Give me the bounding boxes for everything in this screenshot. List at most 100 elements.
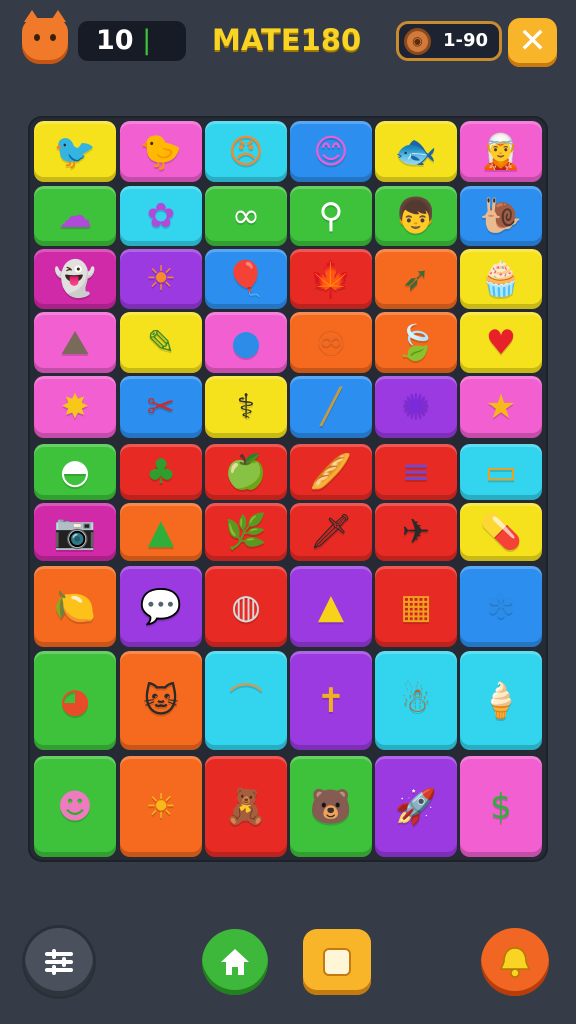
tile[interactable]: 😊 [290, 121, 372, 182]
tile[interactable]: ≡ [375, 444, 457, 500]
tile[interactable]: 💬 [120, 566, 202, 647]
tile[interactable]: 🗡 [290, 503, 372, 561]
gingerbread-icon: ☃ [400, 680, 432, 721]
square-icon [303, 929, 371, 995]
torch-icon: ✝ [316, 680, 346, 721]
tile[interactable]: ✝ [290, 651, 372, 750]
tile[interactable]: 🌿 [205, 503, 287, 561]
home-button[interactable] [202, 929, 268, 995]
tile[interactable]: 🐟 [375, 121, 457, 182]
tile[interactable]: ✈ [375, 503, 457, 561]
tile[interactable]: ✸ [34, 376, 116, 438]
close-button[interactable]: ✕ [508, 18, 557, 67]
level-indicator[interactable]: ◉ 1-90 [396, 21, 502, 61]
tile[interactable]: ▲ [120, 503, 202, 561]
tile[interactable]: ➶ [375, 249, 457, 309]
tile[interactable]: ∞ [205, 186, 287, 246]
hammock-icon: ⌒ [229, 680, 263, 721]
tile[interactable]: ⌒ [205, 651, 287, 750]
tile[interactable]: 🐦 [34, 121, 116, 182]
tile[interactable]: ⛰ [34, 312, 116, 373]
tile[interactable]: 🐤 [120, 121, 202, 182]
tile[interactable]: $ [460, 756, 542, 857]
tile[interactable]: ⚲ [290, 186, 372, 246]
chick-icon: 🐤 [139, 131, 183, 172]
bird-icon: 🐦 [53, 131, 97, 172]
white-ghost-icon: 👻 [53, 259, 97, 299]
tile[interactable]: 💊 [460, 503, 542, 561]
green-leaf-icon: 🍃 [394, 322, 438, 363]
tile[interactable]: ⚕ [205, 376, 287, 438]
tile[interactable]: ☃ [375, 651, 457, 750]
stop-button[interactable] [303, 929, 371, 995]
tile[interactable]: ☀ [120, 756, 202, 857]
tile[interactable]: ★ [460, 376, 542, 438]
game-title: MATE180 [212, 23, 362, 57]
tile[interactable]: ☻ [34, 756, 116, 857]
tile[interactable]: 🐌 [460, 186, 542, 246]
rocket-icon: 🚀 [394, 786, 438, 827]
tile[interactable]: 👦 [375, 186, 457, 246]
bear-face-icon: 🐻 [309, 786, 353, 827]
rock-face-icon: ⛰ [60, 322, 90, 363]
tile[interactable]: ✎ [120, 312, 202, 373]
tile[interactable]: ◓ [34, 444, 116, 500]
tile[interactable]: ☀ [120, 249, 202, 309]
sword-icon: 🗡 [309, 512, 353, 552]
tile[interactable]: 🍏 [205, 444, 287, 500]
tile[interactable]: ◕ [34, 651, 116, 750]
game-board: 🐦 🐤 😠 😊 🐟 🧝 ☁ ✿ ∞ ⚲ 👦 🐌 👻 ☀ 🎈 🍁 ➶ 🧁 ⛰ ✎ ● ♾ 🍃 ♥ ✸ ✂ ⚕ ╱ ✺ ★ ◓ ♣ 🍏 🥖 ≡ ▭ 📷 ▲ 🌿 🗡… [28, 116, 548, 862]
tile[interactable]: ✿ [120, 186, 202, 246]
tile[interactable]: 🍦 [460, 651, 542, 750]
sun-icon: ☀ [145, 786, 177, 827]
tile[interactable]: ♾ [290, 312, 372, 373]
tile[interactable]: ▭ [460, 444, 542, 500]
tile[interactable]: ✺ [375, 376, 457, 438]
tile[interactable]: ✽ [460, 566, 542, 647]
pyramid-icon: ▲ [147, 512, 175, 552]
yellow-drop-icon: ▲ [317, 586, 345, 627]
green-bush-icon: ♣ [145, 452, 177, 492]
bandage-icon: ▭ [484, 452, 518, 492]
tile[interactable]: ╱ [290, 376, 372, 438]
level-value: 1-90 [443, 30, 489, 51]
blue-puff-icon: ✽ [486, 586, 516, 627]
menu-button[interactable] [25, 928, 93, 996]
orange-face-icon: 😠 [228, 131, 264, 172]
tile[interactable]: ▦ [375, 566, 457, 647]
teddy-icon: 🧸 [224, 786, 268, 827]
tile[interactable]: ♥ [460, 312, 542, 373]
tile[interactable]: ▲ [290, 566, 372, 647]
tile[interactable]: ☁ [34, 186, 116, 246]
stacked-discs-icon: ≡ [401, 452, 431, 492]
tile[interactable]: 🎈 [205, 249, 287, 309]
tile[interactable]: ● [205, 312, 287, 373]
beach-ball-icon: ◕ [60, 680, 90, 721]
tile[interactable]: 🧁 [460, 249, 542, 309]
hint-button[interactable] [481, 928, 549, 996]
elf-face-icon: 🧝 [479, 131, 523, 172]
coin-icon: ◉ [404, 28, 431, 55]
wand-icon: ✎ [146, 322, 176, 363]
barrel-icon: ▦ [399, 586, 433, 627]
tile[interactable]: 👻 [34, 249, 116, 309]
fox-mascot-icon [22, 10, 68, 64]
virus-icon: ✺ [401, 387, 431, 427]
tile[interactable]: 📷 [34, 503, 116, 561]
tile[interactable]: ♣ [120, 444, 202, 500]
tile[interactable]: 🧝 [460, 121, 542, 182]
tile[interactable]: ◍ [205, 566, 287, 647]
tile[interactable]: 🚀 [375, 756, 457, 857]
tile[interactable]: 🐻 [290, 756, 372, 857]
tile[interactable]: 🍁 [290, 249, 372, 309]
tile[interactable]: ✂ [120, 376, 202, 438]
snail-icon: 🐌 [479, 196, 523, 236]
tile[interactable]: 🍃 [375, 312, 457, 373]
tile[interactable]: 🍋 [34, 566, 116, 647]
sprout-icon: 🌿 [224, 512, 268, 552]
tile[interactable]: 🥖 [290, 444, 372, 500]
pink-bone-icon: ⚕ [236, 387, 256, 427]
tile[interactable]: 🐱 [120, 651, 202, 750]
tile[interactable]: 😠 [205, 121, 287, 182]
tile[interactable]: 🧸 [205, 756, 287, 857]
